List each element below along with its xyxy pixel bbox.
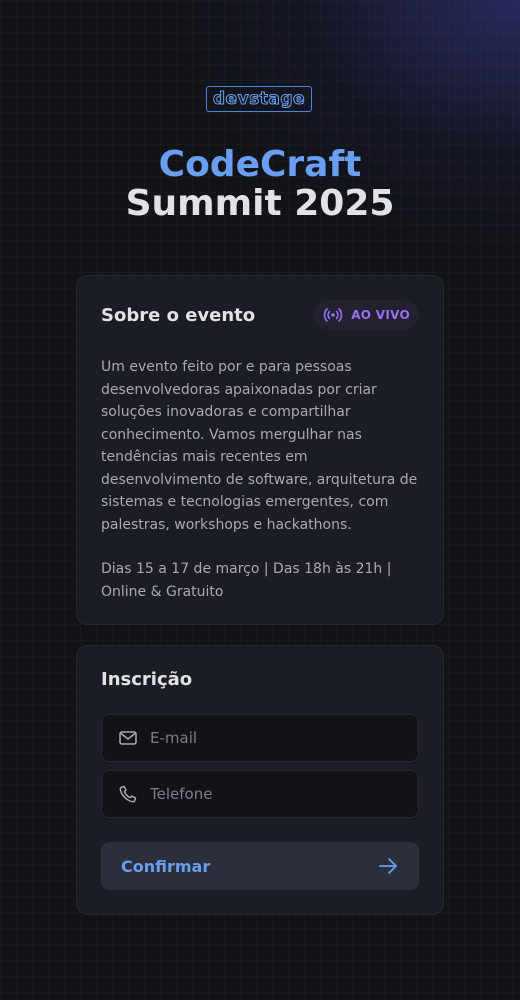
confirm-button[interactable]: Confirmar	[101, 842, 419, 890]
event-title: CodeCraft Summit 2025	[0, 146, 520, 224]
live-badge-label: AO VIVO	[351, 308, 410, 322]
logo-text: devstage	[212, 89, 306, 110]
radio-live-icon	[323, 307, 343, 323]
live-badge: AO VIVO	[314, 300, 419, 330]
devstage-logo: devstage	[206, 86, 312, 112]
subscription-card: Inscrição Confirmar	[76, 645, 444, 915]
about-card: Sobre o evento AO VIVO Um evento feito p…	[76, 275, 444, 625]
subscription-title: Inscrição	[101, 669, 193, 690]
phone-field[interactable]	[101, 770, 419, 818]
phone-input[interactable]	[148, 784, 402, 804]
about-header: Sobre o evento AO VIVO	[101, 300, 419, 330]
about-description: Um evento feito por e para pessoas desen…	[101, 359, 418, 533]
email-input[interactable]	[148, 728, 402, 748]
email-field[interactable]	[101, 714, 419, 762]
arrow-right-icon	[377, 855, 399, 877]
event-dates: Dias 15 a 17 de março | Das 18h às 21h |…	[101, 561, 392, 600]
phone-icon	[118, 784, 138, 804]
page: devstage CodeCraft Summit 2025 Sobre o e…	[0, 0, 520, 1000]
confirm-button-label: Confirmar	[121, 856, 211, 876]
title-line-2: Summit 2025	[125, 183, 395, 224]
title-line-1: CodeCraft	[158, 144, 362, 185]
about-title: Sobre o evento	[101, 304, 256, 326]
mail-icon	[118, 728, 138, 748]
